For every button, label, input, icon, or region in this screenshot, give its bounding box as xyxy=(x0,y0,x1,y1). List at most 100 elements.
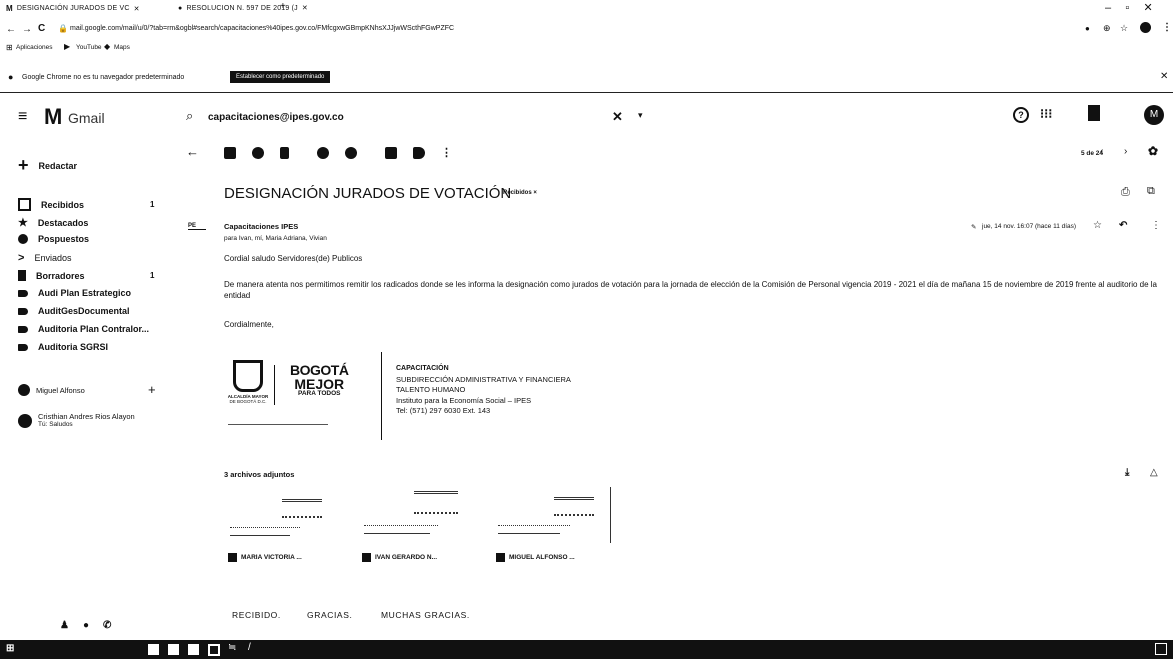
more-options-icon[interactable]: ⋮ xyxy=(441,146,452,159)
sidebar-item-pospuestos[interactable]: Pospuestos xyxy=(18,234,89,244)
save-to-drive-icon[interactable]: △ xyxy=(1150,467,1158,478)
close-window-button[interactable]: ✕ xyxy=(1143,1,1152,14)
signature-line2: SUBDIRECCIÓN ADMINISTRATIVA Y FINANCIERA xyxy=(396,374,571,384)
star-icon: ★ xyxy=(18,217,28,229)
windows-taskbar: ⊞ ≒ / xyxy=(0,640,1173,659)
taskbar-pen-icon[interactable]: / xyxy=(248,642,251,653)
browser-tab-gmail[interactable]: M DESIGNACIÓN JURADOS DE VC ✕ xyxy=(6,4,140,13)
archive-icon[interactable] xyxy=(224,146,236,159)
tab-label: DESIGNACIÓN JURADOS DE VC xyxy=(16,5,130,12)
subject-label-chip[interactable]: Recibidos × xyxy=(503,190,537,196)
zoom-icon[interactable]: ⊕ xyxy=(1103,23,1111,34)
recipients-line[interactable]: para Ivan, mí, Maria Adriana, Vivian xyxy=(224,235,327,242)
notifications-icon[interactable] xyxy=(1155,643,1167,655)
signature-line4: Instituto para la Economía Social – IPES xyxy=(396,395,532,405)
sidebar-item-recibidos[interactable]: Recibidos 1 xyxy=(18,198,154,211)
sidebar-item-label: Auditoria SGRSI xyxy=(38,342,109,352)
sidebar-item-enviados[interactable]: > Enviados xyxy=(18,252,71,264)
compose-button[interactable]: + Redactar xyxy=(18,155,77,176)
hangouts-user[interactable]: Miguel Alfonso xyxy=(18,384,85,396)
bookmarks-bar: ⊞ Aplicaciones ▶ YouTube ◆ Maps xyxy=(0,40,1173,58)
signature-line3: TALENTO HUMANO xyxy=(396,385,466,394)
attachment-card[interactable]: MIGUEL ALFONSO ... xyxy=(496,487,614,575)
print-icon[interactable]: ⎙ xyxy=(1121,186,1130,199)
attachment-card[interactable]: MARIA VICTORIA ... xyxy=(228,487,346,575)
reply-icon[interactable]: ↶ xyxy=(1119,220,1127,231)
bookmark-youtube[interactable]: YouTube xyxy=(76,44,102,51)
mail-taskbar-icon[interactable] xyxy=(188,644,199,655)
sidebar-item-auditoria-sgrsi[interactable]: Auditoria SGRSI xyxy=(18,342,108,352)
main-menu-icon[interactable]: ≡ xyxy=(18,108,27,126)
back-arrow-icon[interactable]: ← xyxy=(6,24,16,35)
minimize-button[interactable]: – xyxy=(1105,2,1111,14)
organization-logo-icon[interactable] xyxy=(1088,105,1100,121)
gmail-header: ≡ M Gmail ⌕ capacitaciones@ipes.gov.co ✕… xyxy=(0,100,1173,138)
gmail-favicon-icon: M xyxy=(6,4,13,13)
sidebar-item-destacados[interactable]: ★ Destacados xyxy=(18,216,88,229)
location-icon[interactable]: ● xyxy=(83,620,89,631)
windows-start-icon[interactable]: ⊞ xyxy=(6,643,14,654)
attachment-card[interactable]: IVAN GERARDO N... xyxy=(362,487,480,575)
mark-unread-icon[interactable] xyxy=(317,146,329,159)
sidebar-item-audi-plan[interactable]: Audi Plan Estrategico xyxy=(18,288,131,298)
extension-icon[interactable]: ● xyxy=(1085,24,1090,33)
smart-reply-recibido[interactable]: RECIBIDO. xyxy=(232,610,281,620)
older-chevron-icon[interactable]: › xyxy=(1124,146,1127,157)
infobar-close-icon[interactable]: ✕ xyxy=(1160,71,1168,82)
search-input[interactable]: capacitaciones@ipes.gov.co xyxy=(208,112,344,123)
maximize-button[interactable]: ▫ xyxy=(1125,2,1129,14)
search-options-icon[interactable]: ▾ xyxy=(638,110,643,121)
bookmark-aplicaciones[interactable]: Aplicaciones xyxy=(16,44,53,51)
newer-chevron-icon[interactable]: ‹ xyxy=(1100,146,1103,157)
bookmark-maps[interactable]: Maps xyxy=(114,44,130,51)
contact-avatar xyxy=(18,414,32,428)
phone-icon[interactable]: ✆ xyxy=(103,620,111,631)
back-to-list-icon[interactable]: ← xyxy=(186,144,199,159)
label-icon xyxy=(18,289,28,297)
sidebar-item-borradores[interactable]: Borradores 1 xyxy=(18,270,154,281)
label-icon xyxy=(18,343,28,351)
download-all-icon[interactable]: ⤓ xyxy=(1125,467,1129,478)
apps-launcher-icon[interactable]: ⁝⁝⁝ xyxy=(1040,106,1052,122)
taskbar-window-icon[interactable] xyxy=(208,644,220,656)
search-icon[interactable]: ⌕ xyxy=(186,108,193,124)
search-clear-icon[interactable]: ✕ xyxy=(612,109,623,125)
tab-close-icon[interactable]: ✕ xyxy=(302,4,308,12)
bookmark-star-icon[interactable]: ☆ xyxy=(1120,23,1128,34)
gmail-logo-icon: M xyxy=(44,104,63,129)
file-explorer-icon[interactable] xyxy=(148,644,159,655)
smart-reply-gracias[interactable]: GRACIAS. xyxy=(307,610,352,620)
open-new-window-icon[interactable]: ⧉ xyxy=(1147,185,1155,198)
new-tab-button[interactable]: + xyxy=(280,1,286,12)
taskbar-app-icon[interactable] xyxy=(168,644,179,655)
delete-icon[interactable] xyxy=(280,146,289,159)
new-chat-icon[interactable]: + xyxy=(148,382,156,397)
help-icon[interactable]: ? xyxy=(1013,107,1029,123)
message-more-icon[interactable]: ⋮ xyxy=(1151,220,1161,231)
report-spam-icon[interactable] xyxy=(252,146,264,159)
message-toolbar: ⋮ xyxy=(224,146,452,159)
labels-icon[interactable] xyxy=(413,146,425,159)
star-message-icon[interactable]: ☆ xyxy=(1093,220,1102,231)
browser-tab-resolucion[interactable]: ● RESOLUCION N. 597 DE 2019 (J ✕ xyxy=(178,4,308,13)
person-icon[interactable]: ♟ xyxy=(60,620,69,631)
hangouts-contact[interactable]: Cristhian Andres Rios Alayon Tú: Saludos xyxy=(18,412,135,428)
move-to-icon[interactable] xyxy=(385,146,397,159)
sidebar-item-auditgesdocumental[interactable]: AuditGesDocumental xyxy=(18,306,130,316)
settings-gear-icon[interactable]: ✿ xyxy=(1148,144,1158,158)
email-body: De manera atenta nos permitimos remitir … xyxy=(224,280,1158,300)
taskbar-chart-icon[interactable]: ≒ xyxy=(228,642,236,653)
sidebar-item-auditoria-plan[interactable]: Auditoria Plan Contralor... xyxy=(18,324,149,334)
profile-icon[interactable] xyxy=(1140,22,1151,33)
account-avatar[interactable]: M xyxy=(1144,105,1164,125)
url-input[interactable]: mail.google.com/mail/u/0/?tab=rm&ogbl#se… xyxy=(70,25,454,32)
chrome-logo-icon: ● xyxy=(8,72,14,82)
reload-icon[interactable]: C xyxy=(38,23,45,34)
snooze-icon[interactable] xyxy=(345,146,357,159)
tab-close-icon[interactable]: ✕ xyxy=(134,5,140,13)
chrome-menu-icon[interactable]: ⋮ xyxy=(1162,22,1172,33)
set-default-button[interactable]: Establecer como predeterminado xyxy=(230,71,331,83)
attachment-name: IVAN GERARDO N... xyxy=(375,554,437,561)
forward-arrow-icon[interactable]: → xyxy=(22,24,32,35)
smart-reply-muchas-gracias[interactable]: MUCHAS GRACIAS. xyxy=(381,610,470,620)
